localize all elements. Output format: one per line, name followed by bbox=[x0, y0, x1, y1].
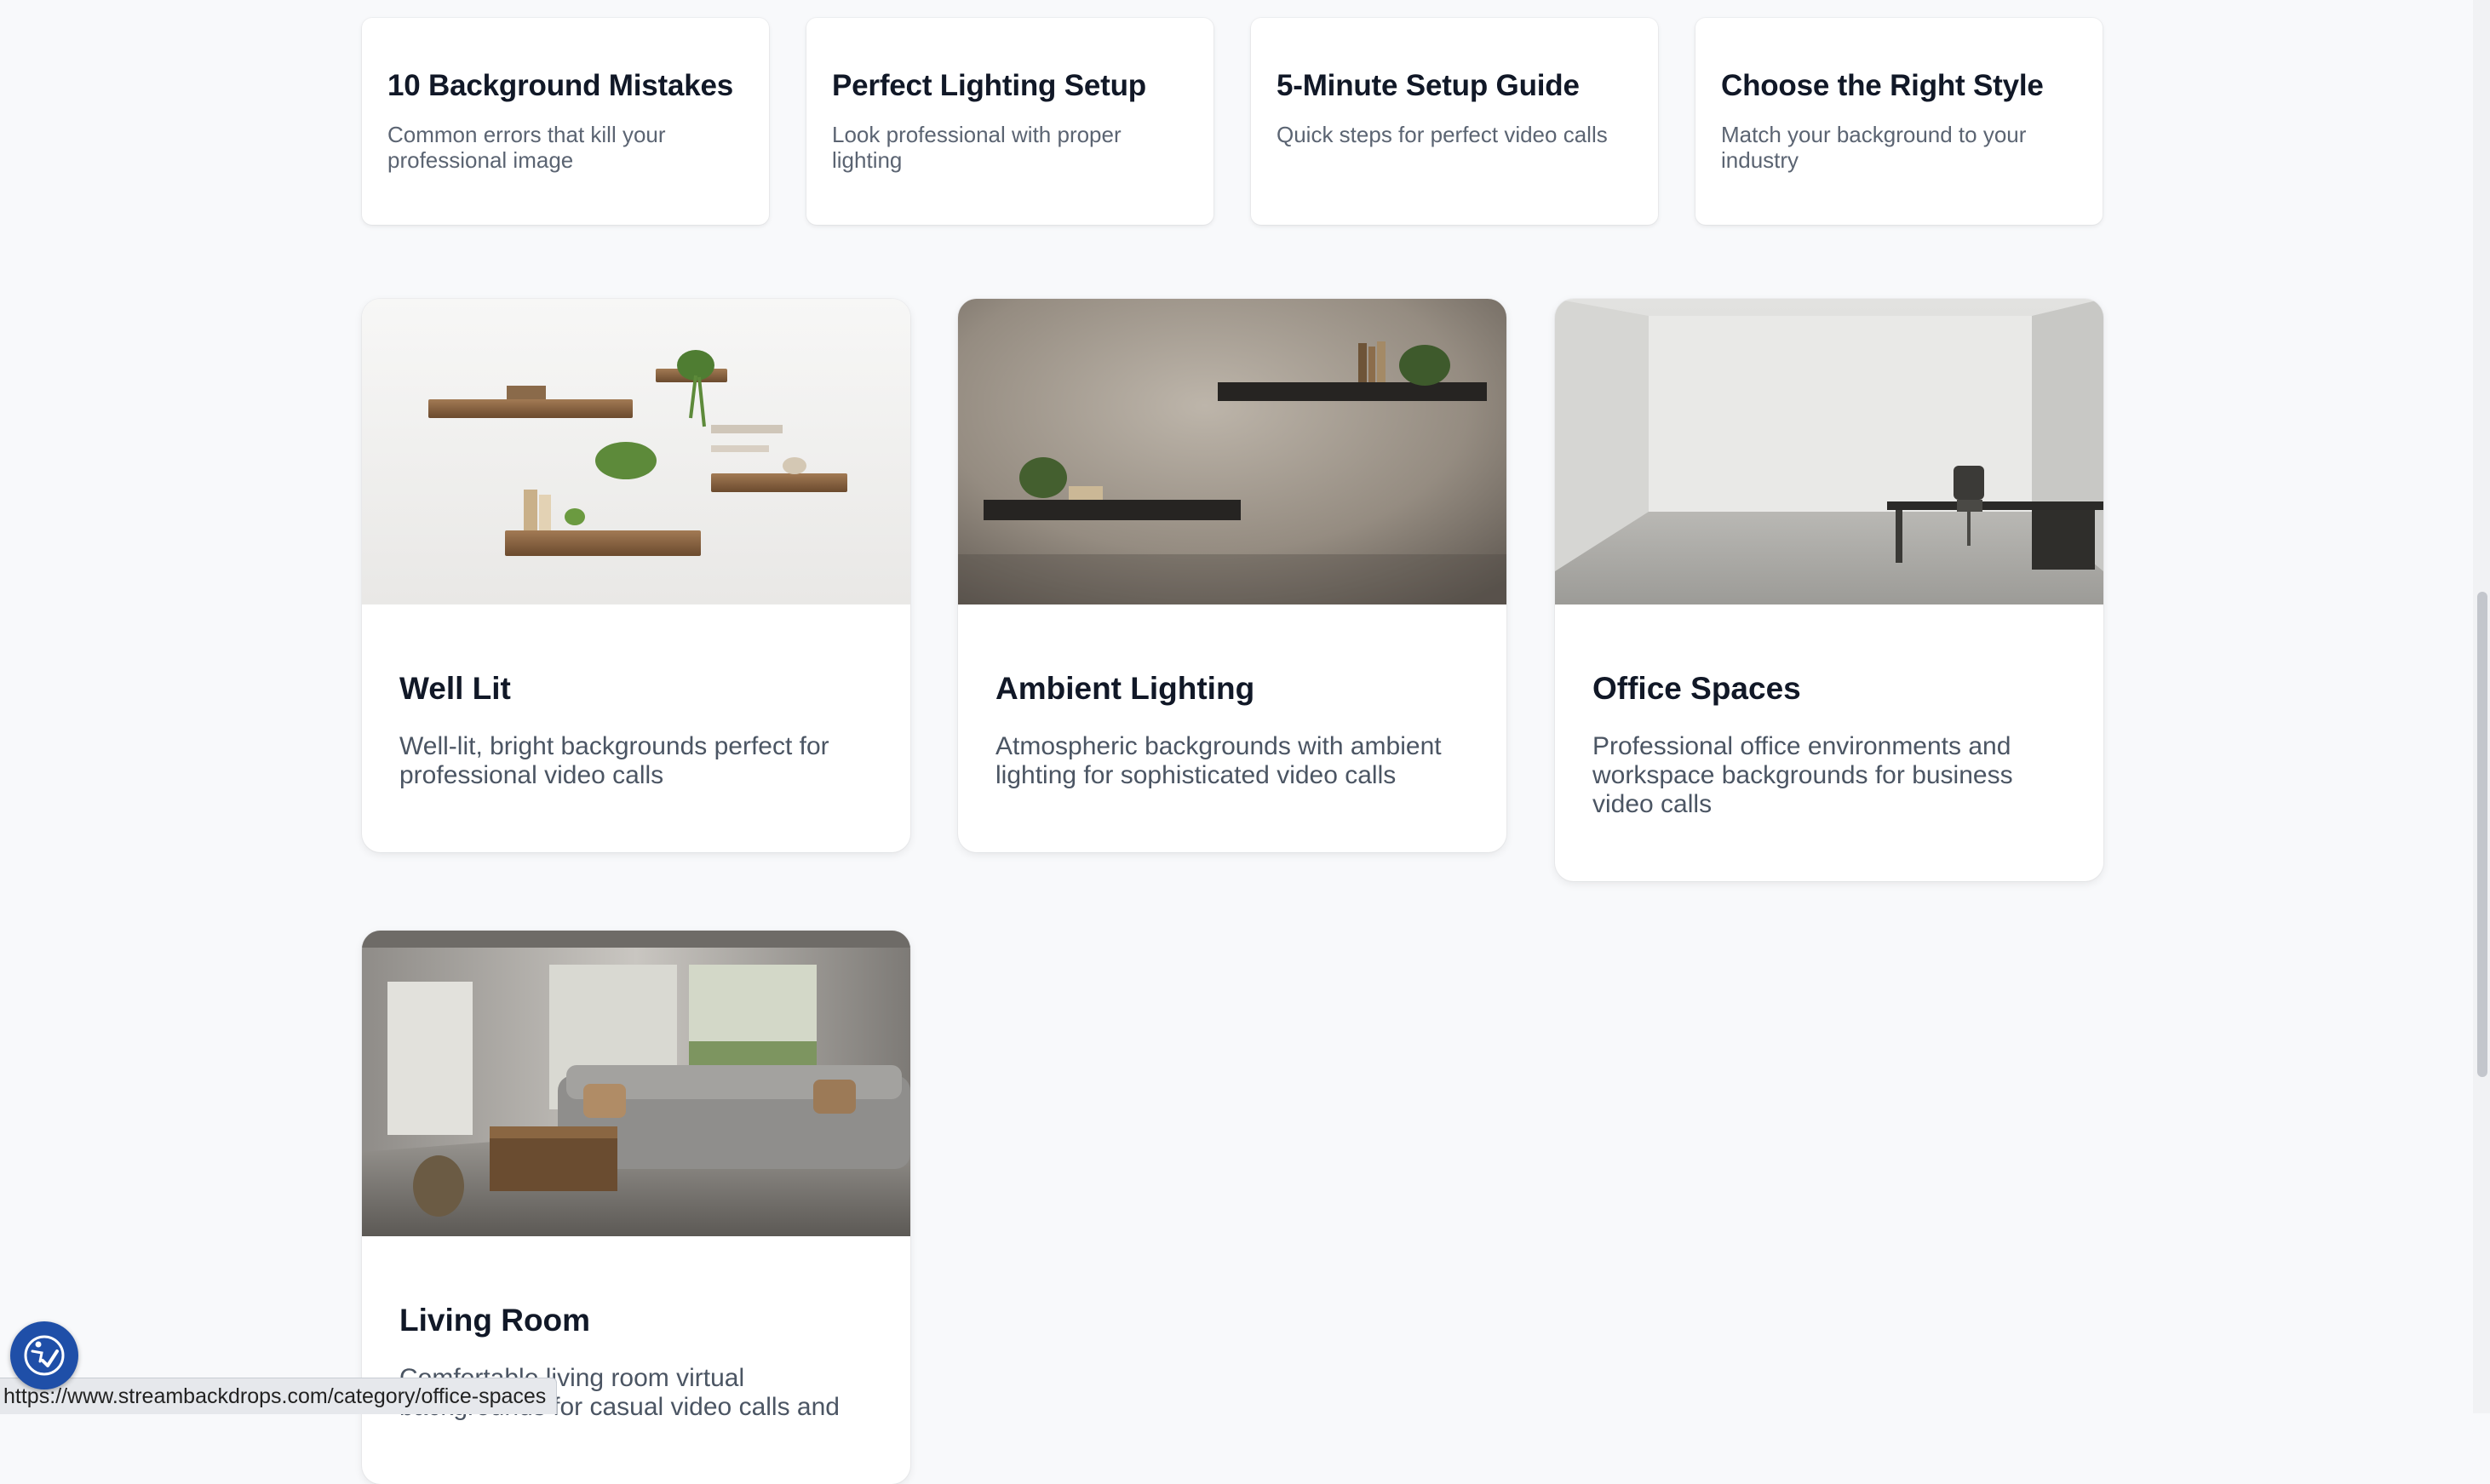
category-title: Office Spaces bbox=[1592, 671, 1801, 706]
guide-cards-row: 10 Background Mistakes Common errors tha… bbox=[362, 18, 2103, 225]
guide-card-right-style[interactable]: Choose the Right Style Match your backgr… bbox=[1695, 18, 2103, 225]
guide-description: Quick steps for perfect video calls bbox=[1277, 122, 1608, 147]
guide-card-background-mistakes[interactable]: 10 Background Mistakes Common errors tha… bbox=[362, 18, 769, 225]
category-title: Ambient Lighting bbox=[995, 671, 1255, 706]
category-title: Well Lit bbox=[399, 671, 511, 706]
category-description: Well-lit, bright backgrounds perfect for… bbox=[399, 732, 829, 789]
category-image-well-lit bbox=[362, 299, 910, 604]
page-scrollbar-thumb[interactable] bbox=[2477, 592, 2487, 1077]
page-scrollbar-track[interactable] bbox=[2473, 0, 2490, 1413]
accessibility-check-icon bbox=[24, 1335, 65, 1376]
category-image-office-spaces bbox=[1555, 299, 2103, 604]
category-card-ambient-lighting[interactable]: Ambient Lighting Atmospheric backgrounds… bbox=[958, 299, 1506, 852]
guide-description: Match your background to your industry bbox=[1721, 122, 2027, 173]
category-title: Living Room bbox=[399, 1303, 591, 1338]
category-description: Atmospheric backgrounds with ambient lig… bbox=[995, 732, 1442, 789]
guide-description: Look professional with proper lighting bbox=[832, 122, 1122, 173]
category-card-office-spaces[interactable]: Office Spaces Professional office enviro… bbox=[1555, 299, 2103, 881]
guide-card-lighting-setup[interactable]: Perfect Lighting Setup Look professional… bbox=[806, 18, 1213, 225]
guide-card-setup-guide[interactable]: 5-Minute Setup Guide Quick steps for per… bbox=[1251, 18, 1658, 225]
guide-title: 5-Minute Setup Guide bbox=[1277, 69, 1580, 102]
category-image-ambient-lighting bbox=[958, 299, 1506, 604]
guide-title: Choose the Right Style bbox=[1721, 69, 2044, 102]
guide-title: 10 Background Mistakes bbox=[387, 69, 734, 102]
category-description: Professional office environments and wor… bbox=[1592, 732, 2013, 818]
category-card-well-lit[interactable]: Well Lit Well-lit, bright backgrounds pe… bbox=[362, 299, 910, 852]
guide-title: Perfect Lighting Setup bbox=[832, 69, 1146, 102]
guide-description: Common errors that kill your professiona… bbox=[387, 122, 666, 173]
category-image-living-room bbox=[362, 931, 910, 1236]
accessibility-widget-button[interactable] bbox=[10, 1321, 78, 1389]
link-status-url: https://www.streambackdrops.com/category… bbox=[0, 1378, 558, 1414]
